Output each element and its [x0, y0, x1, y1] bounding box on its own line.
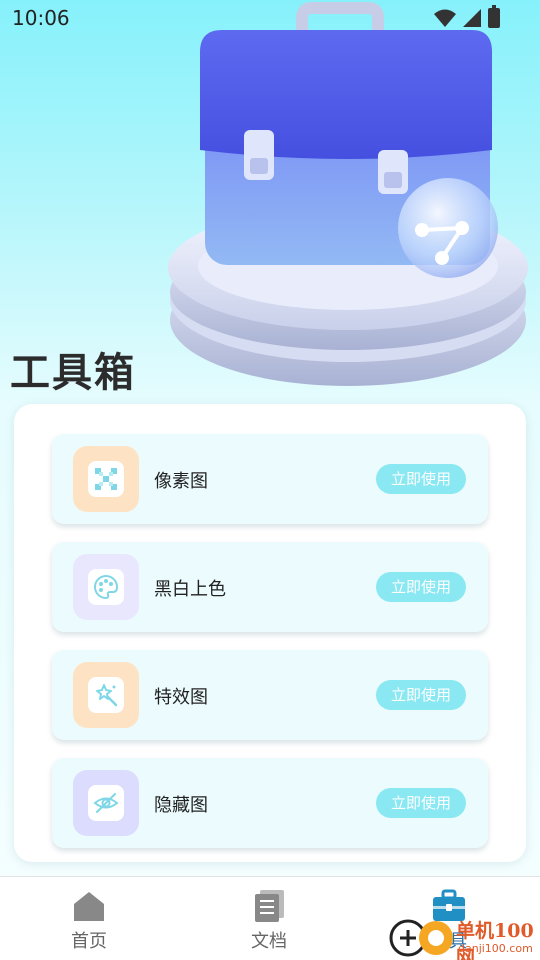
nav-label-home: 首页	[71, 931, 107, 952]
tool-icon-tile	[73, 554, 139, 620]
tool-item-colorize[interactable]: 黑白上色 立即使用	[52, 542, 488, 632]
magic-wand-icon	[96, 684, 118, 707]
watermark-url: danji100.com	[458, 942, 533, 955]
pixel-icon	[95, 468, 117, 490]
tool-item-hidden[interactable]: 隐藏图 立即使用	[52, 758, 488, 848]
use-now-button[interactable]: 立即使用	[376, 788, 466, 818]
tool-item-pixel[interactable]: 像素图 立即使用	[52, 434, 488, 524]
tool-label: 黑白上色	[154, 579, 226, 600]
nav-item-home[interactable]: 首页	[29, 877, 149, 960]
tool-label: 隐藏图	[154, 795, 208, 816]
nav-item-docs[interactable]: 文档	[209, 877, 329, 960]
use-now-button[interactable]: 立即使用	[376, 680, 466, 710]
tool-label: 特效图	[154, 687, 208, 708]
palette-icon	[94, 574, 119, 600]
tools-list: 像素图 立即使用 黑白上色 立即使用 特效图 立即使用 隐藏图 立即使用	[14, 404, 526, 862]
watermark: 单机100网 danji100.com	[388, 912, 540, 960]
tool-item-effects[interactable]: 特效图 立即使用	[52, 650, 488, 740]
watermark-logo-icon	[389, 919, 453, 957]
eye-off-icon	[93, 793, 119, 813]
tool-label: 像素图	[154, 471, 208, 492]
use-now-button[interactable]: 立即使用	[376, 572, 466, 602]
nav-label-docs: 文档	[251, 931, 287, 952]
tool-icon-tile	[73, 446, 139, 512]
tool-icon-tile	[73, 770, 139, 836]
document-icon	[255, 890, 284, 922]
use-now-button[interactable]: 立即使用	[376, 464, 466, 494]
status-time: 10:06	[12, 6, 70, 30]
toolbox-illustration	[168, 2, 528, 386]
tool-icon-tile	[73, 662, 139, 728]
home-icon	[74, 892, 104, 921]
page-title: 工具箱	[10, 350, 136, 396]
